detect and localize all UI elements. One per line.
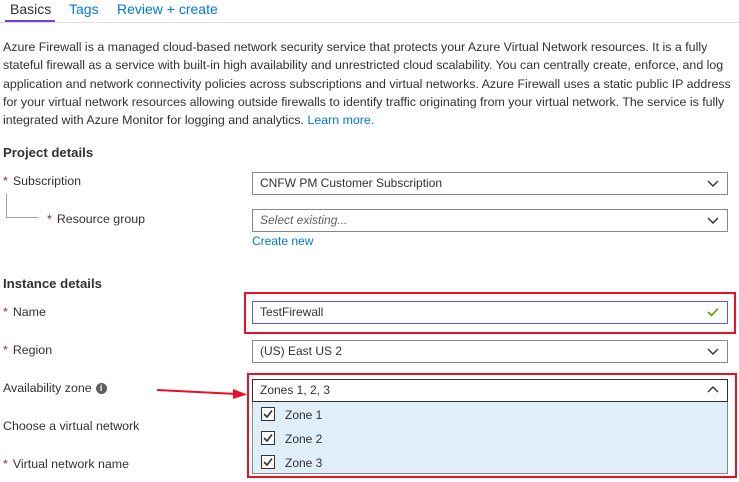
checkmark-icon [707,307,719,317]
resource-group-dropdown[interactable]: Select existing... [252,209,728,232]
tab-tags[interactable]: Tags [69,1,99,17]
subscription-label: * Subscription [3,174,82,188]
name-label: * Name [3,305,46,319]
virtual-network-name-label: * Virtual network name [3,457,129,471]
checkmark-icon [263,434,273,443]
chevron-up-icon [707,386,719,393]
subscription-value: CNFW PM Customer Subscription [260,176,443,190]
checkmark-icon [263,458,273,467]
resource-group-label: * Resource group [47,212,145,226]
availability-zone-dropdown[interactable]: Zones 1, 2, 3 [252,379,728,402]
tab-basics[interactable]: Basics [10,1,51,17]
learn-more-link[interactable]: Learn more. [307,113,374,127]
arrow-icon [156,389,247,399]
tabs-divider [0,22,739,23]
tree-connector-horizontal [6,217,38,218]
create-new-link[interactable]: Create new [252,234,313,248]
chevron-down-icon [707,217,719,224]
info-icon[interactable]: i [95,383,107,394]
region-label: * Region [3,343,53,357]
resource-group-placeholder: Select existing... [260,213,348,227]
tab-review-create[interactable]: Review + create [117,1,218,17]
region-dropdown[interactable]: (US) East US 2 [252,340,728,363]
availability-zone-options: Zone 1 Zone 2 Zone 3 [252,402,728,474]
name-value: TestFirewall [260,305,324,319]
chevron-down-icon [707,348,719,355]
zone-1-checkbox[interactable] [261,407,275,421]
required-marker: * [3,174,8,188]
availability-zone-label: Availability zone i [3,381,107,395]
name-input[interactable]: TestFirewall [252,301,728,324]
active-tab-indicator [5,20,55,22]
project-details-title: Project details [3,145,94,160]
checkmark-icon [263,410,273,419]
tree-connector-vertical [6,194,7,217]
zone-2-checkbox[interactable] [261,431,275,445]
instance-details-title: Instance details [3,276,102,291]
description: Azure Firewall is a managed cloud-based … [3,38,736,129]
chevron-down-icon [707,180,719,187]
virtual-network-choice-label: Choose a virtual network [3,419,140,433]
region-value: (US) East US 2 [260,344,343,358]
subscription-dropdown[interactable]: CNFW PM Customer Subscription [252,172,728,195]
availability-zone-value: Zones 1, 2, 3 [260,383,331,397]
zone-3-checkbox[interactable] [261,455,275,469]
